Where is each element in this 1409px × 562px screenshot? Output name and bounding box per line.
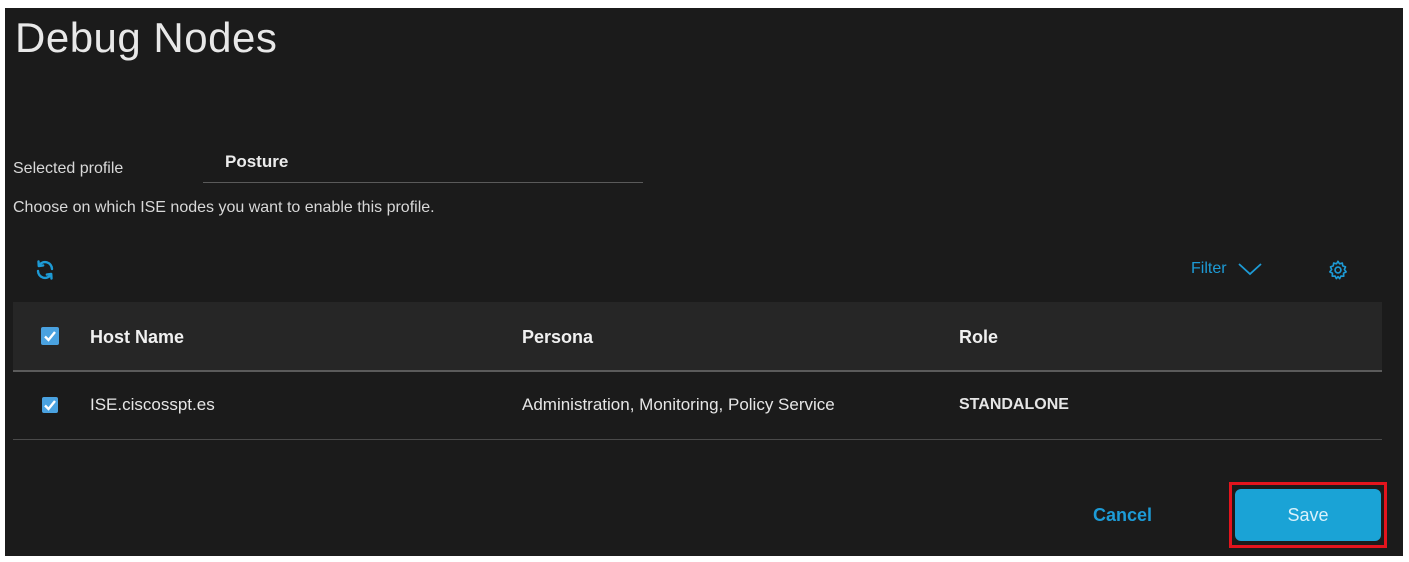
instruction-text: Choose on which ISE nodes you want to en… — [13, 199, 435, 216]
page-title: Debug Nodes — [15, 14, 278, 61]
selected-profile-value: Posture — [225, 152, 289, 171]
column-header-persona[interactable]: Persona — [522, 327, 593, 348]
cell-persona: Administration, Monitoring, Policy Servi… — [522, 395, 835, 414]
gear-icon[interactable] — [1327, 259, 1349, 281]
checkmark-icon — [44, 331, 56, 342]
table-header: Host Name Persona Role — [13, 302, 1382, 372]
filter-label: Filter — [1191, 260, 1227, 277]
cell-role: STANDALONE — [959, 396, 1069, 413]
select-all-checkbox[interactable] — [41, 327, 59, 345]
debug-nodes-panel: Debug Nodes Selected profile Posture Cho… — [5, 8, 1403, 556]
column-header-host-name[interactable]: Host Name — [90, 327, 184, 348]
cell-host-name: ISE.ciscosspt.es — [90, 395, 215, 414]
selected-profile-label: Selected profile — [13, 160, 124, 177]
refresh-icon[interactable] — [33, 258, 57, 282]
row-checkbox[interactable] — [42, 397, 58, 413]
column-header-role[interactable]: Role — [959, 327, 998, 348]
save-button[interactable]: Save — [1235, 489, 1381, 541]
table-row[interactable]: ISE.ciscosspt.es Administration, Monitor… — [13, 372, 1382, 440]
checkmark-icon — [44, 400, 56, 411]
selected-profile-field: Posture — [203, 148, 643, 183]
cancel-button[interactable]: Cancel — [1093, 505, 1152, 526]
filter-dropdown[interactable]: Filter — [1191, 260, 1263, 278]
chevron-down-icon — [1237, 263, 1262, 276]
